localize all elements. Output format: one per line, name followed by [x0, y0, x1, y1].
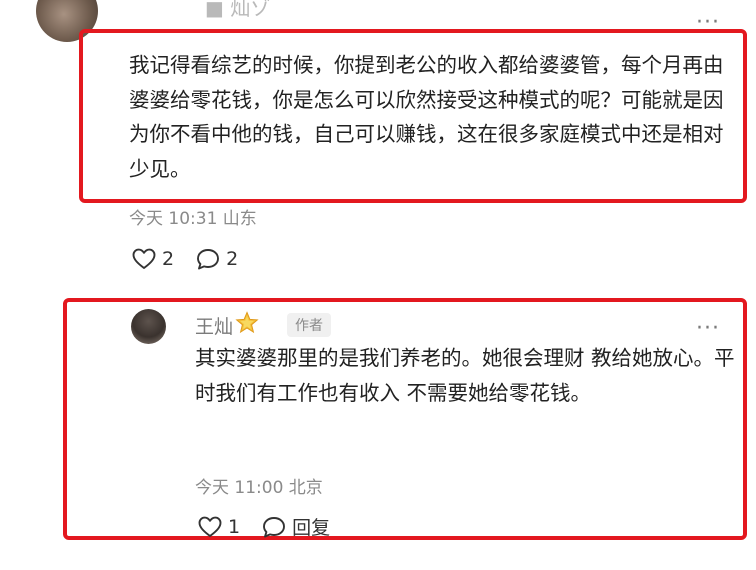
- reply-reply-button[interactable]: 回复: [262, 513, 330, 540]
- comment-reply-count: 2: [226, 248, 239, 270]
- reply-actions: 1 回复: [198, 513, 330, 540]
- star-badge-icon: [235, 311, 259, 340]
- reply-author-name: 王灿: [195, 316, 234, 338]
- comment-reply-button[interactable]: 2: [196, 248, 238, 270]
- reply-text: 其实婆婆那里的是我们养老的。她很会理财 教给她放心。平时我们有工作也有收入 不需…: [195, 346, 735, 405]
- speech-bubble-icon: [196, 248, 220, 270]
- commenter-name[interactable]: ■ 灿ゾ: [205, 0, 270, 21]
- comment-meta: 今天 10:31 山东: [129, 209, 257, 229]
- comment-like-count: 2: [162, 248, 175, 270]
- reply-reply-label: 回复: [292, 517, 331, 539]
- reply-like-button[interactable]: 1: [198, 516, 240, 538]
- speech-bubble-icon: [262, 516, 286, 538]
- heart-outline-icon: [198, 516, 222, 538]
- reply-more-icon[interactable]: ···: [696, 318, 720, 340]
- comment-actions: 2 2: [132, 248, 238, 270]
- reply-meta: 今天 11:00 北京: [195, 478, 323, 498]
- heart-outline-icon: [132, 248, 156, 270]
- reply-author-avatar[interactable]: [131, 309, 166, 344]
- reply-like-count: 1: [228, 515, 241, 538]
- comment-like-button[interactable]: 2: [132, 248, 174, 270]
- author-badge: 作者: [287, 313, 331, 337]
- reply-author[interactable]: 王灿: [195, 311, 259, 340]
- comment-text: 我记得看综艺的时候，你提到老公的收入都给婆婆管，每个月再由婆婆给零花钱，你是怎么…: [129, 53, 724, 181]
- highlight-box-reply: [63, 298, 747, 540]
